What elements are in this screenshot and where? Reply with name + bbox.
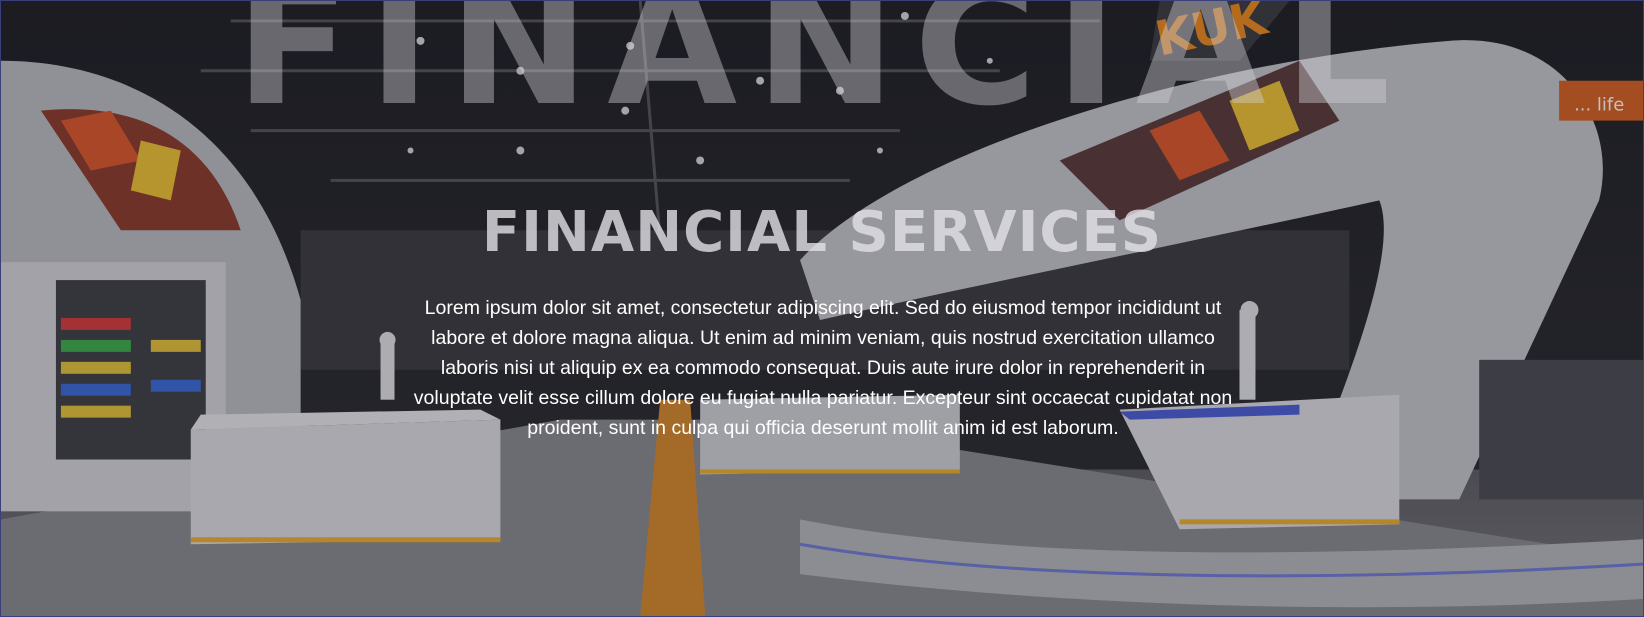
- hero-title: FINANCIAL SERVICES: [481, 200, 1163, 265]
- hero-description: Lorem ipsum dolor sit amet, consectetur …: [413, 297, 1233, 439]
- hero-banner: KUK ... life FINANCIAL FINANCIAL SERVICE…: [0, 0, 1644, 617]
- watermark-heading: FINANCIAL: [235, 0, 1409, 143]
